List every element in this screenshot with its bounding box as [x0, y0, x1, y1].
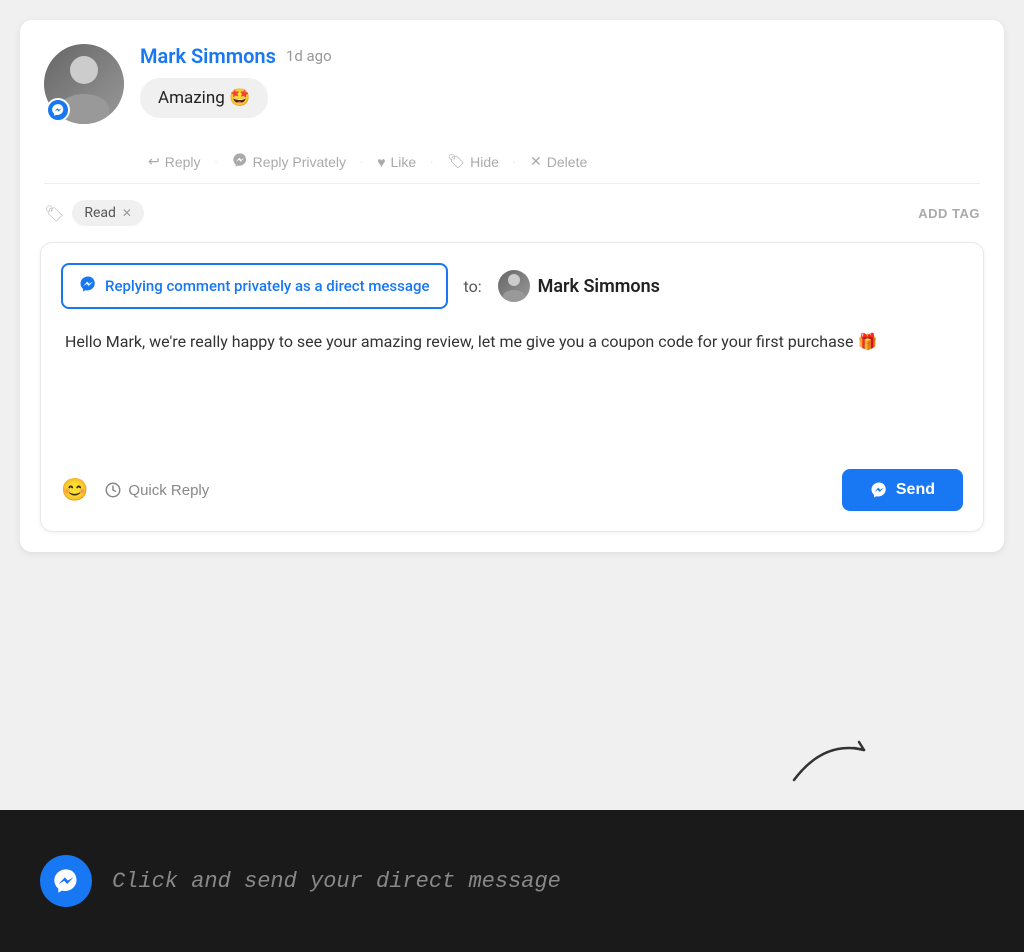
- bottom-messenger-icon: [52, 867, 80, 895]
- clock-icon: [104, 481, 122, 499]
- reply-body-text[interactable]: Hello Mark, we're really happy to see yo…: [61, 329, 963, 449]
- tags-row: 🏷 Read ✕ ADD TAG: [44, 200, 980, 242]
- tag-close-button[interactable]: ✕: [122, 206, 132, 220]
- heart-icon: ♥: [377, 154, 385, 170]
- hide-icon: 🏷: [447, 153, 465, 170]
- dm-messenger-icon: [79, 275, 97, 297]
- author-row: Mark Simmons 1d ago: [140, 44, 980, 68]
- comment-bubble: Amazing 🤩: [140, 78, 268, 118]
- bottom-text: Click and send your direct message: [112, 869, 561, 894]
- reply-privately-label: Reply Privately: [253, 154, 346, 170]
- dm-label: Replying comment privately as a direct m…: [61, 263, 448, 309]
- messenger-badge: [46, 98, 70, 122]
- tag-items: 🏷 Read ✕: [44, 200, 144, 226]
- delete-button[interactable]: ✕ Delete: [522, 149, 595, 174]
- messenger-icon: [232, 152, 248, 171]
- quick-reply-button[interactable]: Quick Reply: [104, 481, 209, 499]
- avatar-wrapper: [44, 44, 124, 124]
- author-name: Mark Simmons: [140, 44, 276, 68]
- emoji-button[interactable]: 😊: [61, 477, 88, 503]
- recipient-name: Mark Simmons: [538, 276, 660, 297]
- separator-2: ·: [360, 155, 363, 169]
- hide-button[interactable]: 🏷 Hide: [439, 149, 507, 174]
- hide-label: Hide: [470, 154, 499, 170]
- comment-section: Mark Simmons 1d ago Amazing 🤩: [44, 44, 980, 124]
- reply-arrow-icon: ↩: [148, 153, 160, 170]
- send-messenger-icon: [870, 481, 888, 499]
- dm-label-text: Replying comment privately as a direct m…: [105, 277, 430, 295]
- quick-reply-label: Quick Reply: [128, 482, 209, 499]
- tag-icon: 🏷: [44, 204, 64, 223]
- bottom-messenger-button[interactable]: [40, 855, 92, 907]
- reply-privately-button[interactable]: Reply Privately: [224, 148, 354, 175]
- action-bar: ↩ Reply · Reply Privately · ♥ Like · 🏷: [44, 140, 980, 184]
- reply-header: Replying comment privately as a direct m…: [61, 263, 963, 309]
- bottom-bar: Click and send your direct message: [0, 810, 1024, 952]
- delete-label: Delete: [547, 154, 587, 170]
- separator-1: ·: [215, 155, 218, 169]
- send-button[interactable]: Send: [842, 469, 963, 511]
- separator-4: ·: [513, 155, 516, 169]
- reply-tools: 😊 Quick Reply: [61, 477, 209, 503]
- comment-meta: Mark Simmons 1d ago Amazing 🤩: [140, 44, 980, 118]
- reply-button[interactable]: ↩ Reply: [140, 149, 209, 174]
- to-label: to:: [464, 277, 482, 296]
- arrow-annotation: [784, 720, 904, 804]
- recipient-info: Mark Simmons: [498, 270, 660, 302]
- send-label: Send: [896, 481, 935, 499]
- add-tag-button[interactable]: ADD TAG: [918, 206, 980, 221]
- read-tag: Read ✕: [72, 200, 144, 226]
- reply-label: Reply: [165, 154, 201, 170]
- reply-compose-box: Replying comment privately as a direct m…: [40, 242, 984, 532]
- separator-3: ·: [430, 155, 433, 169]
- delete-icon: ✕: [530, 153, 542, 170]
- like-label: Like: [391, 154, 417, 170]
- like-button[interactable]: ♥ Like: [369, 150, 424, 174]
- comment-time: 1d ago: [286, 47, 332, 65]
- tag-label: Read: [84, 205, 116, 221]
- reply-footer: 😊 Quick Reply Send: [61, 469, 963, 511]
- recipient-avatar: [498, 270, 530, 302]
